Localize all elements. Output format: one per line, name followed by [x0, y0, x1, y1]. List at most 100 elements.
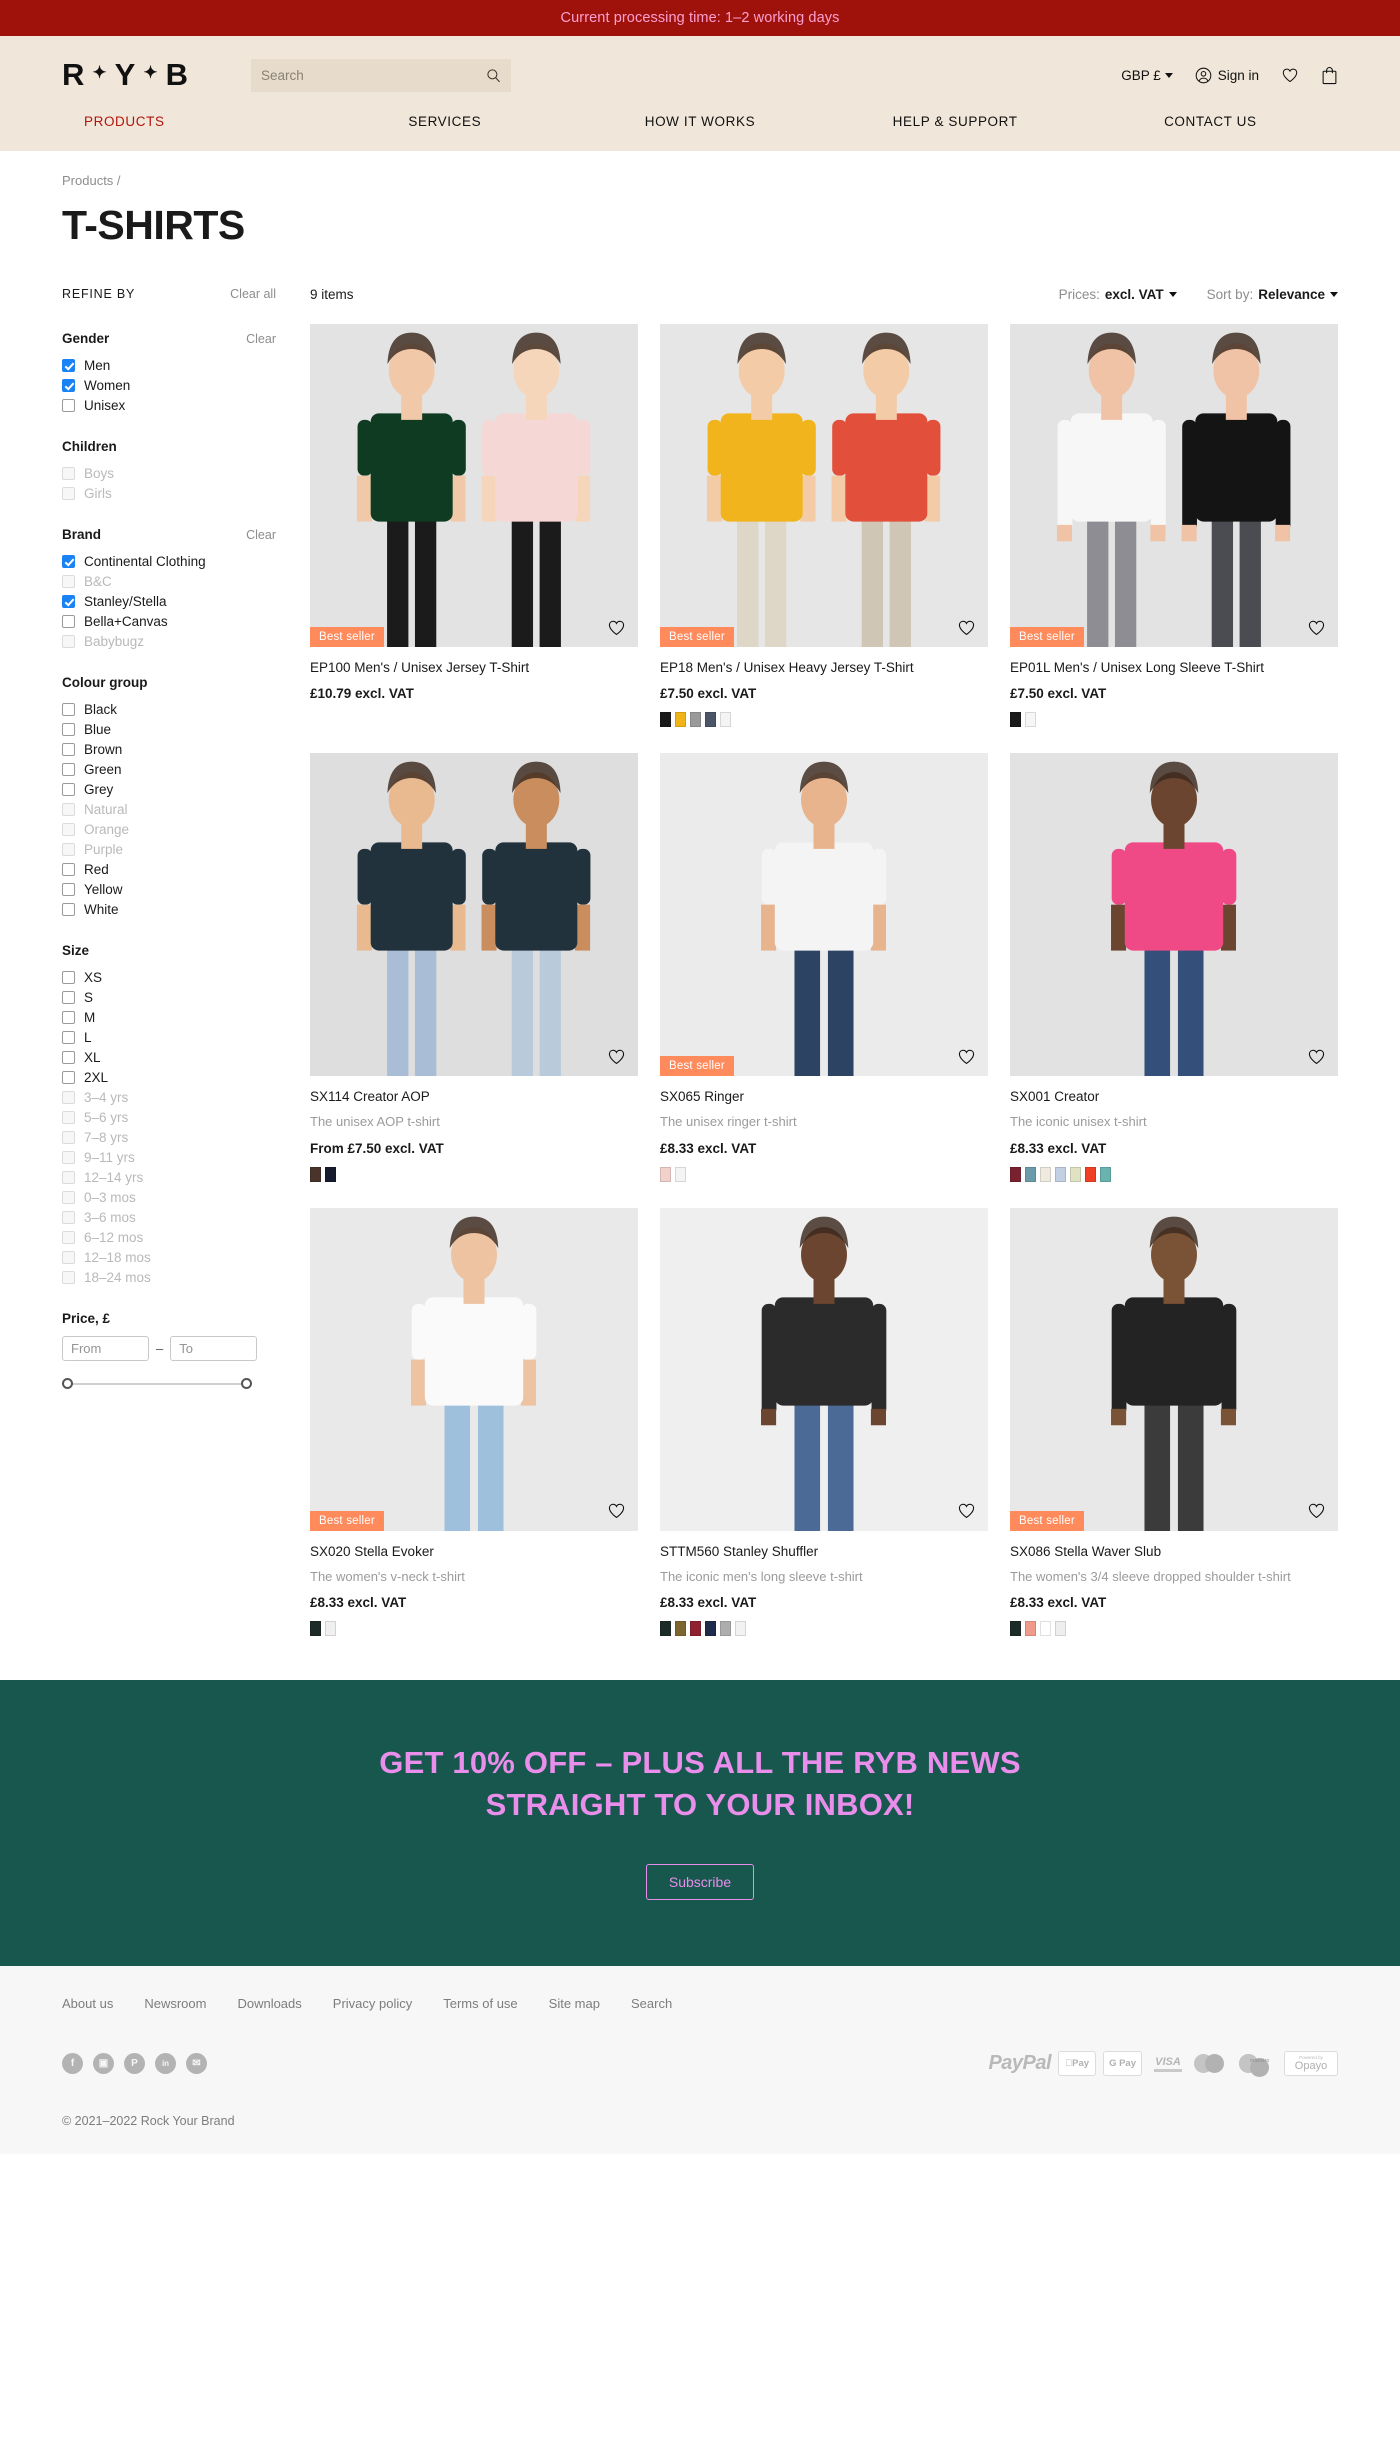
filter-option-continental-clothing[interactable]: Continental Clothing: [62, 551, 276, 571]
checkbox-icon[interactable]: [62, 882, 75, 896]
product-card[interactable]: Best seller EP01L Men's / Unisex Long Sl…: [1010, 324, 1338, 728]
add-to-wishlist-button[interactable]: [604, 1044, 628, 1068]
pinterest-icon[interactable]: P: [124, 2053, 145, 2075]
product-title[interactable]: SX114 Creator AOP: [310, 1087, 638, 1106]
nav-link-how-it-works[interactable]: HOW IT WORKS: [645, 108, 755, 135]
product-title[interactable]: SX086 Stella Waver Slub: [1010, 1542, 1338, 1561]
price-range-slider[interactable]: [62, 1378, 252, 1391]
add-to-wishlist-button[interactable]: [604, 1499, 628, 1523]
colour-swatch[interactable]: [1055, 1166, 1066, 1182]
colour-swatch[interactable]: [310, 1621, 321, 1637]
product-card[interactable]: SX001 Creator The iconic unisex t-shirt £8…: [1010, 753, 1338, 1182]
colour-swatch[interactable]: [660, 1166, 671, 1182]
product-title[interactable]: SX001 Creator: [1010, 1087, 1338, 1106]
nav-link-contact-us[interactable]: CONTACT US: [1164, 108, 1257, 135]
colour-swatch[interactable]: [1085, 1166, 1096, 1182]
colour-swatch[interactable]: [1040, 1166, 1051, 1182]
checkbox-icon[interactable]: [62, 742, 75, 756]
add-to-wishlist-button[interactable]: [954, 1044, 978, 1068]
colour-swatch[interactable]: [1040, 1621, 1051, 1637]
clear-all-link[interactable]: Clear all: [230, 287, 276, 301]
product-image[interactable]: Best seller: [660, 324, 988, 647]
filter-option-women[interactable]: Women: [62, 375, 276, 395]
nav-item-products[interactable]: PRODUCTS: [62, 114, 317, 129]
checkbox-checked-icon[interactable]: [62, 554, 75, 568]
colour-swatch[interactable]: [1055, 1621, 1066, 1637]
search-input[interactable]: [260, 67, 486, 83]
price-to-input[interactable]: [170, 1336, 258, 1361]
colour-swatch[interactable]: [675, 1621, 686, 1637]
search-box[interactable]: [250, 58, 511, 92]
product-title[interactable]: SX065 Ringer: [660, 1087, 988, 1106]
colour-swatch[interactable]: [1010, 1166, 1021, 1182]
filter-option-s[interactable]: S: [62, 987, 276, 1007]
footer-link-search[interactable]: Search: [631, 1996, 672, 2011]
checkbox-icon[interactable]: [62, 902, 75, 916]
footer-link-about-us[interactable]: About us: [62, 1996, 113, 2011]
product-image[interactable]: Best seller: [310, 1207, 638, 1531]
sort-selector[interactable]: Sort by: Relevance: [1207, 287, 1338, 302]
filter-option-bella-canvas[interactable]: Bella+Canvas: [62, 611, 276, 631]
checkbox-checked-icon[interactable]: [62, 378, 75, 392]
filter-option-brown[interactable]: Brown: [62, 739, 276, 759]
colour-swatch[interactable]: [325, 1166, 336, 1182]
colour-swatch[interactable]: [720, 712, 731, 728]
colour-swatch[interactable]: [310, 1166, 321, 1182]
checkbox-checked-icon[interactable]: [62, 358, 75, 372]
filter-option-blue[interactable]: Blue: [62, 719, 276, 739]
filter-option-white[interactable]: White: [62, 899, 276, 919]
colour-swatch[interactable]: [705, 1621, 716, 1637]
colour-swatch[interactable]: [705, 712, 716, 728]
checkbox-icon[interactable]: [62, 1030, 75, 1044]
filter-clear-link[interactable]: Clear: [246, 528, 276, 542]
search-icon[interactable]: [486, 68, 501, 83]
filter-option-2xl[interactable]: 2XL: [62, 1067, 276, 1087]
filter-option-black[interactable]: Black: [62, 699, 276, 719]
colour-swatch[interactable]: [1025, 1166, 1036, 1182]
product-title[interactable]: STTM560 Stanley Shuffler: [660, 1542, 988, 1561]
filter-option-xs[interactable]: XS: [62, 967, 276, 987]
checkbox-icon[interactable]: [62, 722, 75, 736]
product-image[interactable]: [310, 753, 638, 1077]
product-card[interactable]: Best seller SX086 Stella Waver Slub The w…: [1010, 1207, 1338, 1637]
slider-knob-min[interactable]: [62, 1378, 73, 1389]
product-title[interactable]: EP100 Men's / Unisex Jersey T-Shirt: [310, 658, 638, 677]
product-card[interactable]: Best seller SX065 Ringer The unisex ringe…: [660, 753, 988, 1182]
subscribe-button[interactable]: Subscribe: [645, 1864, 755, 1901]
sign-in-button[interactable]: Sign in: [1195, 67, 1259, 84]
product-image[interactable]: [660, 1207, 988, 1531]
price-display-selector[interactable]: Prices: excl. VAT: [1059, 287, 1177, 302]
nav-link-products[interactable]: PRODUCTS: [84, 108, 165, 135]
add-to-wishlist-button[interactable]: [604, 615, 628, 639]
add-to-wishlist-button[interactable]: [954, 615, 978, 639]
product-image[interactable]: Best seller: [1010, 1207, 1338, 1531]
price-from-input[interactable]: [62, 1336, 149, 1361]
add-to-wishlist-button[interactable]: [1304, 1499, 1328, 1523]
product-title[interactable]: SX020 Stella Evoker: [310, 1542, 638, 1561]
footer-link-downloads[interactable]: Downloads: [237, 1996, 301, 2011]
colour-swatch[interactable]: [735, 1621, 746, 1637]
linkedin-icon[interactable]: in: [155, 2053, 176, 2075]
colour-swatch[interactable]: [1010, 1621, 1021, 1637]
product-title[interactable]: EP01L Men's / Unisex Long Sleeve T-Shirt: [1010, 658, 1338, 677]
colour-swatch[interactable]: [1025, 712, 1036, 728]
product-card[interactable]: STTM560 Stanley Shuffler The iconic men's…: [660, 1207, 988, 1637]
nav-item-contact-us[interactable]: CONTACT US: [1083, 114, 1338, 129]
filter-clear-link[interactable]: Clear: [246, 332, 276, 346]
filter-option-unisex[interactable]: Unisex: [62, 395, 276, 415]
wishlist-button[interactable]: [1281, 66, 1299, 84]
filter-option-l[interactable]: L: [62, 1027, 276, 1047]
product-image[interactable]: [1010, 753, 1338, 1077]
product-card[interactable]: Best seller EP100 Men's / Unisex Jersey …: [310, 324, 638, 727]
filter-option-xl[interactable]: XL: [62, 1047, 276, 1067]
filter-option-grey[interactable]: Grey: [62, 779, 276, 799]
checkbox-icon[interactable]: [62, 782, 75, 796]
checkbox-checked-icon[interactable]: [62, 594, 75, 608]
colour-swatch[interactable]: [1010, 712, 1021, 728]
checkbox-icon[interactable]: [62, 762, 75, 776]
colour-swatch[interactable]: [690, 712, 701, 728]
checkbox-icon[interactable]: [62, 990, 75, 1004]
nav-item-services[interactable]: SERVICES: [317, 114, 572, 129]
filter-option-m[interactable]: M: [62, 1007, 276, 1027]
footer-link-newsroom[interactable]: Newsroom: [144, 1996, 206, 2011]
